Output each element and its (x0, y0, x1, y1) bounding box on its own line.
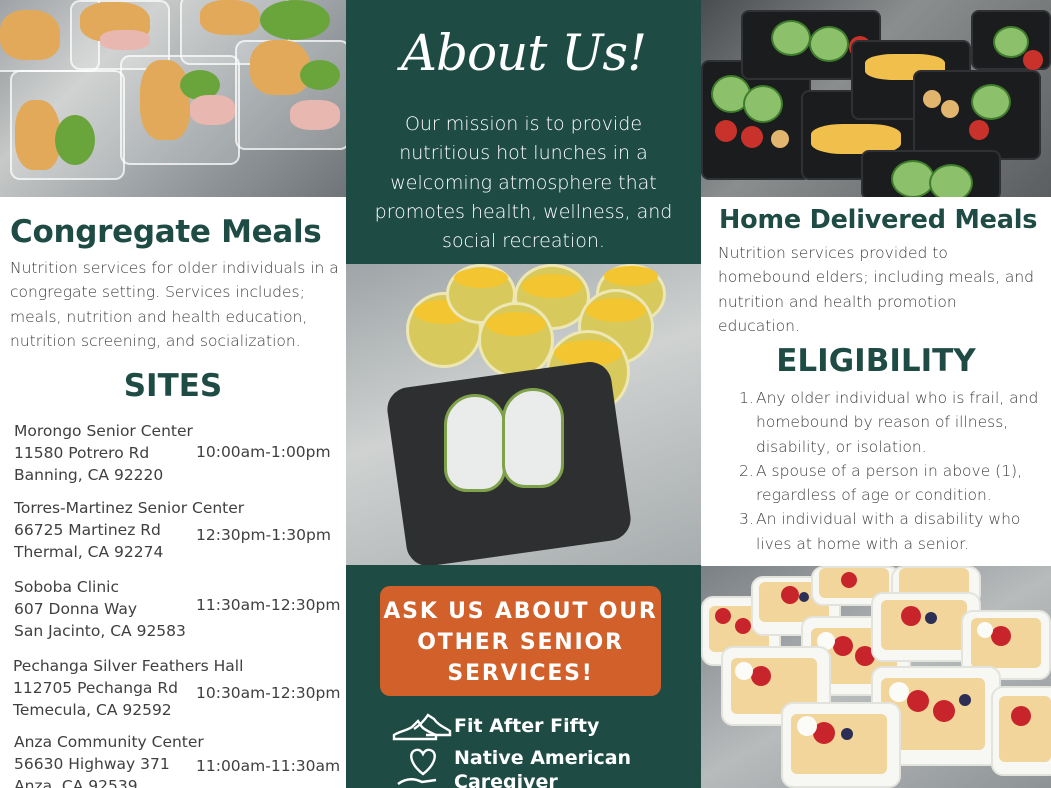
fruit-dessert-cups-photo (701, 566, 1051, 788)
eligibility-item-number: 3. (739, 510, 754, 529)
home-delivered-meals-title: Home Delivered Meals (719, 205, 1038, 235)
site-street: 11580 Potrero Rd (14, 444, 150, 462)
site-city: Anza, CA 92539 (14, 777, 138, 788)
site-entry: Torres-Martinez Senior Center 66725 Mart… (0, 497, 346, 571)
eligibility-item-number: 1. (739, 389, 754, 407)
right-panel: Home Delivered Meals Nutrition services … (701, 0, 1051, 788)
site-hours: 12:30pm-1:30pm (196, 526, 331, 544)
site-hours: 11:30am-12:30pm (196, 596, 341, 614)
congregate-meals-description: Nutrition services for older individuals… (10, 259, 339, 350)
site-name: Torres-Martinez Senior Center (14, 499, 245, 517)
middle-panel: About Us! Our mission is to provide nutr… (346, 0, 701, 788)
eligibility-item: 3. An individual with a disability who l… (739, 507, 1044, 556)
site-city: Banning, CA 92220 (14, 466, 164, 484)
sneakers-icon (392, 706, 454, 746)
site-city: San Jacinto, CA 92583 (14, 622, 186, 640)
site-street: 56630 Highway 371 (14, 755, 170, 773)
site-hours: 11:00am-11:30am (196, 757, 341, 775)
congregate-meals-title: Congregate Meals (10, 214, 322, 250)
sites-heading: SITES (123, 368, 223, 404)
service-item-fit-after-fifty: Fit After Fifty (392, 706, 599, 746)
eligibility-item: 2. A spouse of a person in above (1), re… (739, 459, 1044, 508)
site-name: Soboba Clinic (14, 578, 119, 596)
left-panel: Congregate Meals Nutrition services for … (0, 0, 346, 788)
other-services-callout: ASK US ABOUT OUR OTHER SENIOR SERVICES! (380, 586, 661, 696)
home-delivered-meals-description: Nutrition services provided to homebound… (718, 244, 1035, 335)
site-hours: 10:00am-1:00pm (196, 443, 331, 461)
eligibility-item-text: An individual with a disability who live… (756, 510, 1021, 553)
wraps-and-soup-photo (346, 264, 701, 565)
heart-hand-icon (392, 746, 454, 786)
site-entry: Soboba Clinic 607 Donna Way San Jacinto,… (0, 576, 346, 650)
site-city: Temecula, CA 92592 (13, 701, 172, 719)
site-city: Thermal, CA 92274 (14, 543, 164, 561)
site-entry: Pechanga Silver Feathers Hall 112705 Pec… (0, 655, 346, 729)
service-label: Fit After Fifty (454, 715, 600, 737)
bento-meal-trays-photo (701, 0, 1051, 197)
eligibility-item: 1. Any older individual who is frail, an… (739, 386, 1044, 459)
site-street: 607 Donna Way (14, 600, 138, 618)
eligibility-heading: ELIGIBILITY (776, 343, 976, 379)
site-hours: 10:30am-12:30pm (196, 684, 341, 702)
eligibility-item-number: 2. (739, 461, 754, 480)
mission-statement: Our mission is to provide nutritious hot… (374, 113, 673, 253)
site-name: Anza Community Center (14, 733, 204, 751)
eligibility-list: 1. Any older individual who is frail, an… (739, 386, 1044, 556)
site-entry: Morongo Senior Center 11580 Potrero Rd B… (0, 420, 346, 494)
sandwich-containers-photo (0, 0, 346, 197)
site-name: Morongo Senior Center (14, 422, 193, 440)
about-us-title: About Us! (400, 24, 647, 82)
eligibility-item-text: Any older individual who is frail, and h… (756, 389, 1039, 456)
service-label: Native American Caregiver Services (454, 747, 632, 788)
other-services-callout-text: ASK US ABOUT OUR OTHER SENIOR SERVICES! (383, 599, 658, 686)
service-item-caregiver: Native American Caregiver Services (392, 746, 654, 788)
eligibility-item-text: A spouse of a person in above (1), regar… (756, 461, 1023, 505)
site-entry: Anza Community Center 56630 Highway 371 … (0, 731, 346, 788)
site-name: Pechanga Silver Feathers Hall (13, 657, 244, 675)
